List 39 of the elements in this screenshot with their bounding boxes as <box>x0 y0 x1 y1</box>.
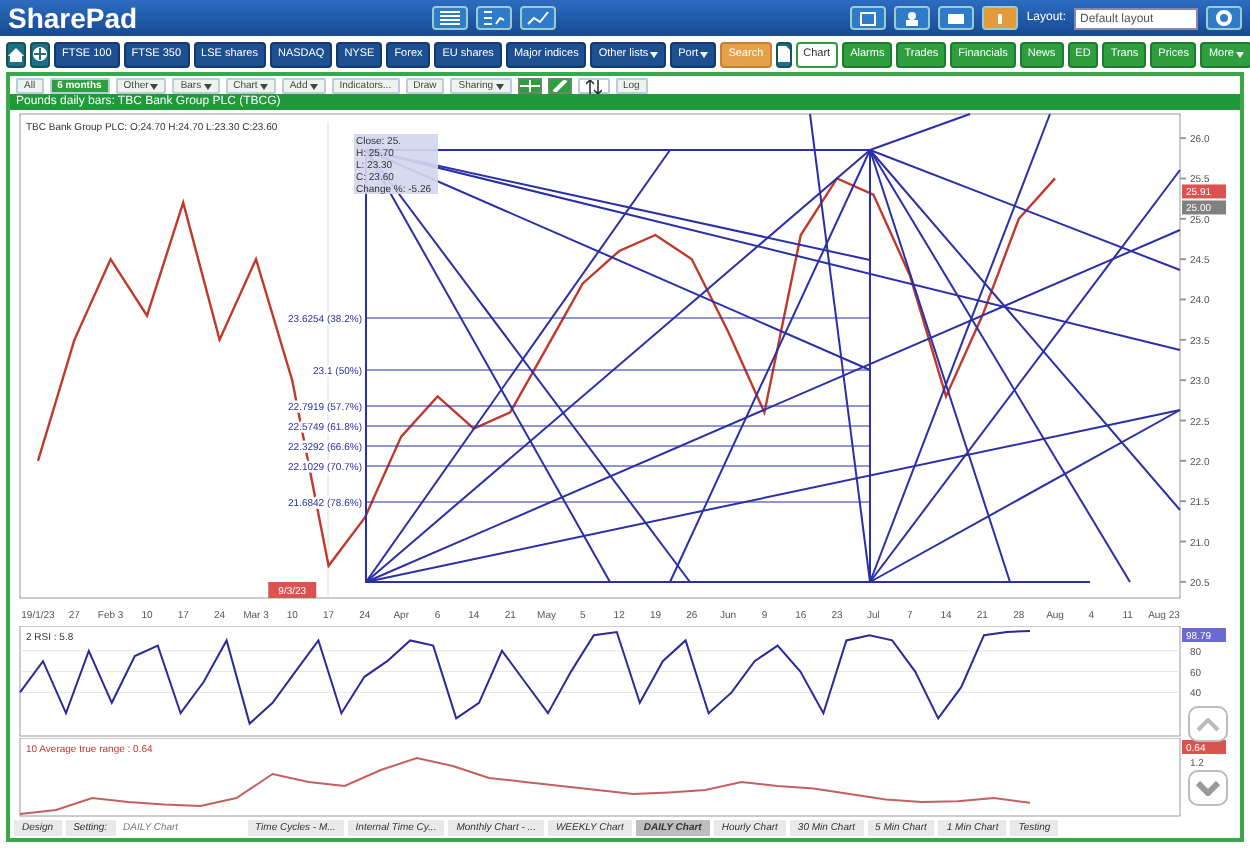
bar-icon <box>998 13 1003 23</box>
globe-icon <box>32 46 48 62</box>
caret-icon <box>650 51 659 57</box>
sharepad-logo: SharePad <box>8 0 138 36</box>
scroll-down-button[interactable] <box>1188 770 1228 806</box>
settings-icon <box>1216 10 1232 26</box>
list-icon <box>437 10 462 26</box>
date-marker <box>268 582 317 598</box>
crosshair-button[interactable] <box>517 78 541 94</box>
alert-button[interactable] <box>982 6 1019 30</box>
line-chart-icon <box>525 10 550 26</box>
document-icon <box>777 46 790 62</box>
pencil-button[interactable] <box>547 78 571 94</box>
window-icon <box>860 11 877 25</box>
chevron-up-icon <box>1196 717 1220 731</box>
chart-view-button[interactable] <box>519 6 556 30</box>
sort-arrows-icon <box>585 79 601 93</box>
split-view-button[interactable] <box>475 6 512 30</box>
window-button[interactable] <box>850 6 887 30</box>
message-button[interactable] <box>938 6 975 30</box>
info-box <box>354 134 438 194</box>
caret-icon <box>1235 51 1244 57</box>
value-badge <box>1182 740 1226 754</box>
pencil-icon <box>549 80 569 92</box>
move-icon <box>519 80 539 92</box>
document-button[interactable] <box>775 41 792 67</box>
home-icon <box>8 47 24 61</box>
home-button[interactable] <box>6 41 26 67</box>
list-view-button[interactable] <box>431 6 468 30</box>
value-badge <box>1182 628 1226 642</box>
globe-button[interactable] <box>30 41 50 67</box>
settings-button[interactable] <box>1206 6 1242 30</box>
message-icon <box>948 13 965 23</box>
list-chart-icon <box>481 10 506 26</box>
chevron-down-icon <box>1196 780 1220 796</box>
user-icon <box>904 11 921 25</box>
user-button[interactable] <box>894 6 931 30</box>
caret-icon <box>700 51 709 57</box>
sort-button[interactable] <box>577 78 609 94</box>
